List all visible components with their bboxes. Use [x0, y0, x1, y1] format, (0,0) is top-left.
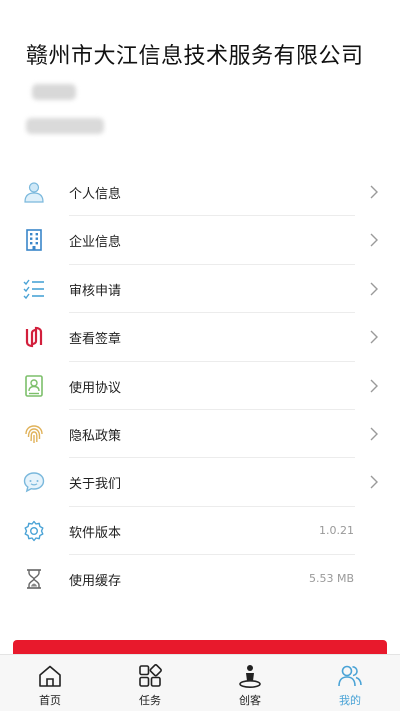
- chevron-right-icon: [368, 184, 380, 200]
- version-value: 1.0.21: [319, 523, 354, 537]
- menu-item-personal-info[interactable]: 个人信息: [0, 168, 400, 217]
- chevron-right-icon: [368, 426, 380, 442]
- menu-item-label: 企业信息: [69, 235, 122, 251]
- menu-item-user-agreement[interactable]: 使用协议: [0, 362, 400, 410]
- tab-home[interactable]: 首页: [0, 655, 100, 711]
- tab-label: 任务: [139, 694, 161, 707]
- seal-icon: [22, 325, 46, 349]
- settings-menu: 个人信息 企业信息 审核申请 查看签章 使用协议 隐私政策 关于我们 软件版本 …: [0, 168, 400, 604]
- maker-icon: [237, 663, 263, 689]
- chevron-right-icon: [368, 474, 380, 490]
- menu-item-view-seal[interactable]: 查看签章: [0, 313, 400, 362]
- menu-item-label: 查看签章: [69, 332, 122, 348]
- building-icon: [22, 228, 46, 252]
- menu-item-privacy-policy[interactable]: 隐私政策: [0, 410, 400, 459]
- menu-item-about-us[interactable]: 关于我们: [0, 458, 400, 507]
- chevron-right-icon: [368, 232, 380, 248]
- menu-item-software-version[interactable]: 软件版本 1.0.21: [0, 507, 400, 556]
- gear-icon: [22, 519, 46, 543]
- menu-item-label: 个人信息: [69, 187, 122, 202]
- menu-item-label: 使用缓存: [69, 574, 122, 590]
- home-icon: [37, 663, 63, 689]
- person-icon: [22, 180, 46, 204]
- menu-item-cache-usage[interactable]: 使用缓存 5.53 MB: [0, 555, 400, 603]
- fingerprint-icon: [22, 422, 46, 446]
- tab-label: 我的: [339, 694, 361, 707]
- menu-item-label: 关于我们: [69, 477, 122, 493]
- tab-maker[interactable]: 创客: [200, 655, 300, 711]
- chevron-right-icon: [368, 329, 380, 345]
- company-name: 赣州市大江信息技术服务有限公司: [26, 44, 364, 69]
- chevron-right-icon: [368, 378, 380, 394]
- menu-item-label: 审核申请: [69, 283, 122, 299]
- chat-icon: [22, 470, 46, 494]
- menu-item-label: 软件版本: [69, 525, 122, 541]
- blurred-username: [32, 84, 76, 100]
- menu-item-label: 隐私政策: [69, 428, 122, 444]
- tab-label: 首页: [39, 694, 61, 707]
- tab-label: 创客: [239, 694, 261, 707]
- tab-mine[interactable]: 我的: [300, 655, 400, 711]
- hourglass-icon: [22, 567, 46, 591]
- menu-item-label: 使用协议: [69, 380, 122, 396]
- agreement-icon: [22, 374, 46, 398]
- users-icon: [337, 663, 363, 689]
- chevron-right-icon: [368, 281, 380, 297]
- menu-item-company-info[interactable]: 企业信息: [0, 216, 400, 265]
- profile-header: 赣州市大江信息技术服务有限公司: [0, 0, 400, 160]
- cache-size-value: 5.53 MB: [308, 572, 354, 586]
- tab-tasks[interactable]: 任务: [100, 655, 200, 711]
- bottom-tab-bar: 首页 任务 创客 我的: [0, 654, 400, 711]
- grid-icon: [137, 663, 163, 689]
- blurred-phone: [26, 118, 104, 134]
- menu-item-review-application[interactable]: 审核申请: [0, 265, 400, 314]
- checklist-icon: [22, 277, 46, 301]
